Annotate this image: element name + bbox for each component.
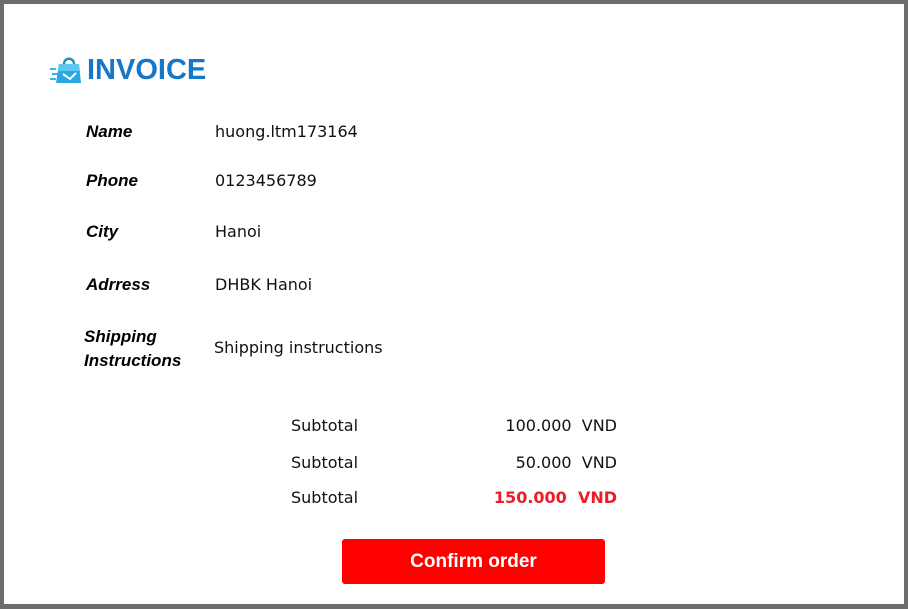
name-value: huong.ltm173164: [215, 122, 358, 141]
total-amount: 150.000 VND: [493, 488, 617, 507]
phone-label: Phone: [86, 171, 138, 190]
phone-value: 0123456789: [215, 171, 317, 190]
name-label: Name: [86, 122, 133, 141]
total-label: Subtotal: [291, 488, 359, 507]
city-value: Hanoi: [215, 222, 262, 241]
subtotal-amount: 50.000 VND: [515, 453, 617, 472]
shipping-label-line2: Instructions: [84, 351, 182, 370]
shopping-bag-icon: [50, 57, 81, 83]
subtotal-label: Subtotal: [291, 453, 359, 472]
subtotal-label: Subtotal: [291, 416, 359, 435]
address-label: Adrress: [86, 275, 151, 294]
confirm-order-button[interactable]: Confirm order: [342, 539, 605, 584]
subtotal-amount: 100.000 VND: [505, 416, 617, 435]
city-label: City: [86, 222, 119, 241]
shipping-label-line1: Shipping: [84, 327, 157, 346]
invoice-window: INVOICE Name huong.ltm173164 Phone 01234…: [0, 0, 908, 609]
address-value: DHBK Hanoi: [215, 275, 313, 294]
page-title: INVOICE: [87, 54, 207, 86]
shipping-value: Shipping instructions: [214, 338, 383, 357]
